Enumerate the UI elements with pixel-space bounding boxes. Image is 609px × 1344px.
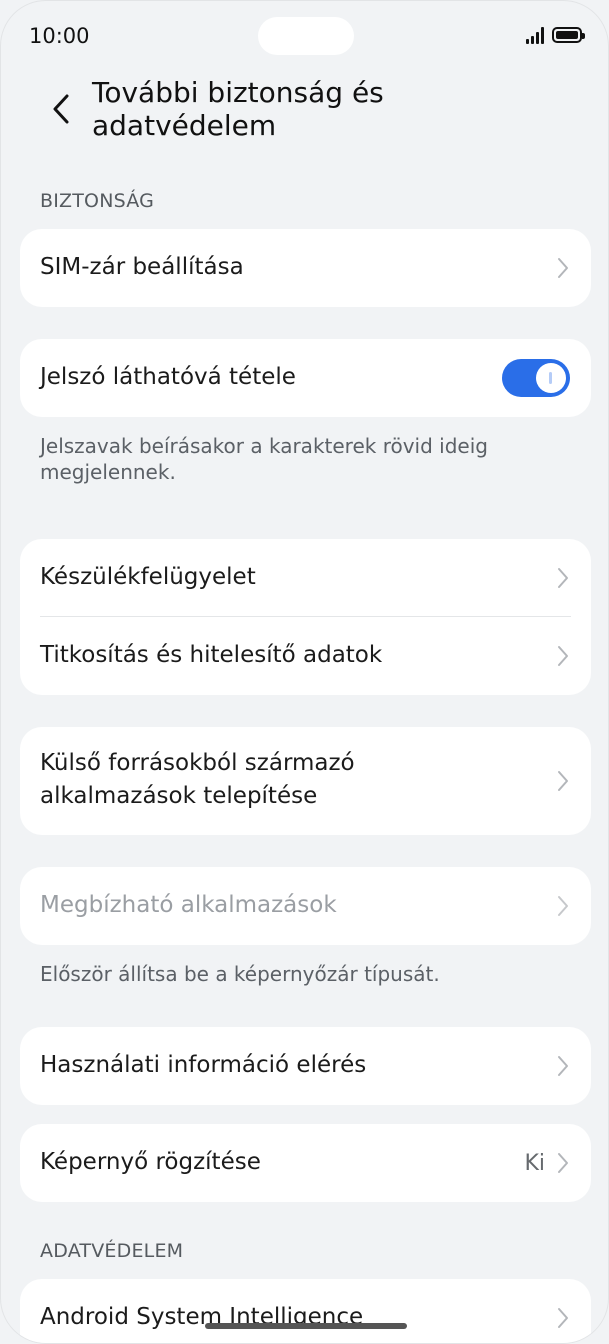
- card-trusted-apps: Megbízható alkalmazások: [20, 867, 591, 945]
- card-show-password: Jelszó láthatóvá tétele: [20, 339, 591, 417]
- screen-pinning-row[interactable]: Képernyő rögzítése Ki: [20, 1124, 591, 1202]
- show-password-helper: Jelszavak beírásakor a karakterek rövid …: [40, 434, 488, 484]
- status-bar: 10:00: [1, 1, 608, 73]
- trusted-apps-helper: Először állítsa be a képernyőzár típusát…: [40, 962, 440, 986]
- status-icons: [526, 26, 585, 44]
- page-title: További biztonság és adatvédelem: [92, 76, 384, 142]
- show-password-row: Jelszó láthatóvá tétele: [20, 339, 591, 417]
- back-button[interactable]: [41, 89, 81, 129]
- chevron-right-icon: [558, 1308, 568, 1328]
- trusted-apps-row[interactable]: Megbízható alkalmazások: [20, 867, 591, 945]
- external-sources-row[interactable]: Külső forrásokból származó alkalmazások …: [20, 727, 591, 835]
- card-screen-pinning: Képernyő rögzítése Ki: [20, 1124, 591, 1202]
- chevron-right-icon: [558, 568, 568, 588]
- show-password-toggle[interactable]: [502, 359, 570, 397]
- encryption-label: Titkosítás és hitelesítő adatok: [40, 642, 383, 668]
- phone-frame: 10:00 További biztonság és adatvédelem B…: [0, 0, 609, 1344]
- chevron-right-icon: [558, 896, 568, 916]
- card-external-sources: Külső forrásokból származó alkalmazások …: [20, 727, 591, 835]
- show-password-label: Jelszó láthatóvá tétele: [40, 364, 296, 390]
- sim-lock-row[interactable]: SIM-zár beállítása: [20, 229, 591, 307]
- card-android-intelligence: Android System Intelligence: [20, 1279, 591, 1343]
- card-usage-access: Használati információ elérés: [20, 1027, 591, 1105]
- card-device-admin: Készülékfelügyelet Titkosítás és hiteles…: [20, 539, 591, 695]
- chevron-right-icon: [558, 771, 568, 791]
- android-intelligence-row[interactable]: Android System Intelligence: [20, 1279, 591, 1343]
- chevron-right-icon: [558, 1153, 568, 1173]
- trusted-apps-label: Megbízható alkalmazások: [40, 892, 337, 918]
- screen-pinning-value: Ki: [524, 1151, 545, 1176]
- chevron-right-icon: [558, 258, 568, 278]
- section-header-privacy: ADATVÉDELEM: [40, 1240, 184, 1262]
- camera-notch: [258, 17, 354, 55]
- device-admin-label: Készülékfelügyelet: [40, 564, 256, 590]
- sim-lock-label: SIM-zár beállítása: [40, 254, 244, 280]
- encryption-row[interactable]: Titkosítás és hitelesítő adatok: [20, 617, 591, 695]
- device-admin-row[interactable]: Készülékfelügyelet: [20, 539, 591, 617]
- status-time: 10:00: [29, 24, 90, 48]
- screen-pinning-label: Képernyő rögzítése: [40, 1149, 261, 1175]
- back-arrow-icon: [53, 94, 69, 124]
- usage-access-row[interactable]: Használati információ elérés: [20, 1027, 591, 1105]
- battery-icon: [552, 27, 585, 43]
- chevron-right-icon: [558, 1056, 568, 1076]
- home-indicator[interactable]: [205, 1323, 407, 1329]
- card-sim-lock: SIM-zár beállítása: [20, 229, 591, 307]
- header: További biztonság és adatvédelem: [1, 73, 608, 163]
- chevron-right-icon: [558, 646, 568, 666]
- signal-icon: [526, 26, 544, 44]
- external-sources-label: Külső forrásokból származó alkalmazások …: [40, 750, 355, 809]
- section-header-security: BIZTONSÁG: [40, 190, 155, 212]
- toggle-knob: [536, 363, 566, 393]
- usage-access-label: Használati információ elérés: [40, 1052, 367, 1078]
